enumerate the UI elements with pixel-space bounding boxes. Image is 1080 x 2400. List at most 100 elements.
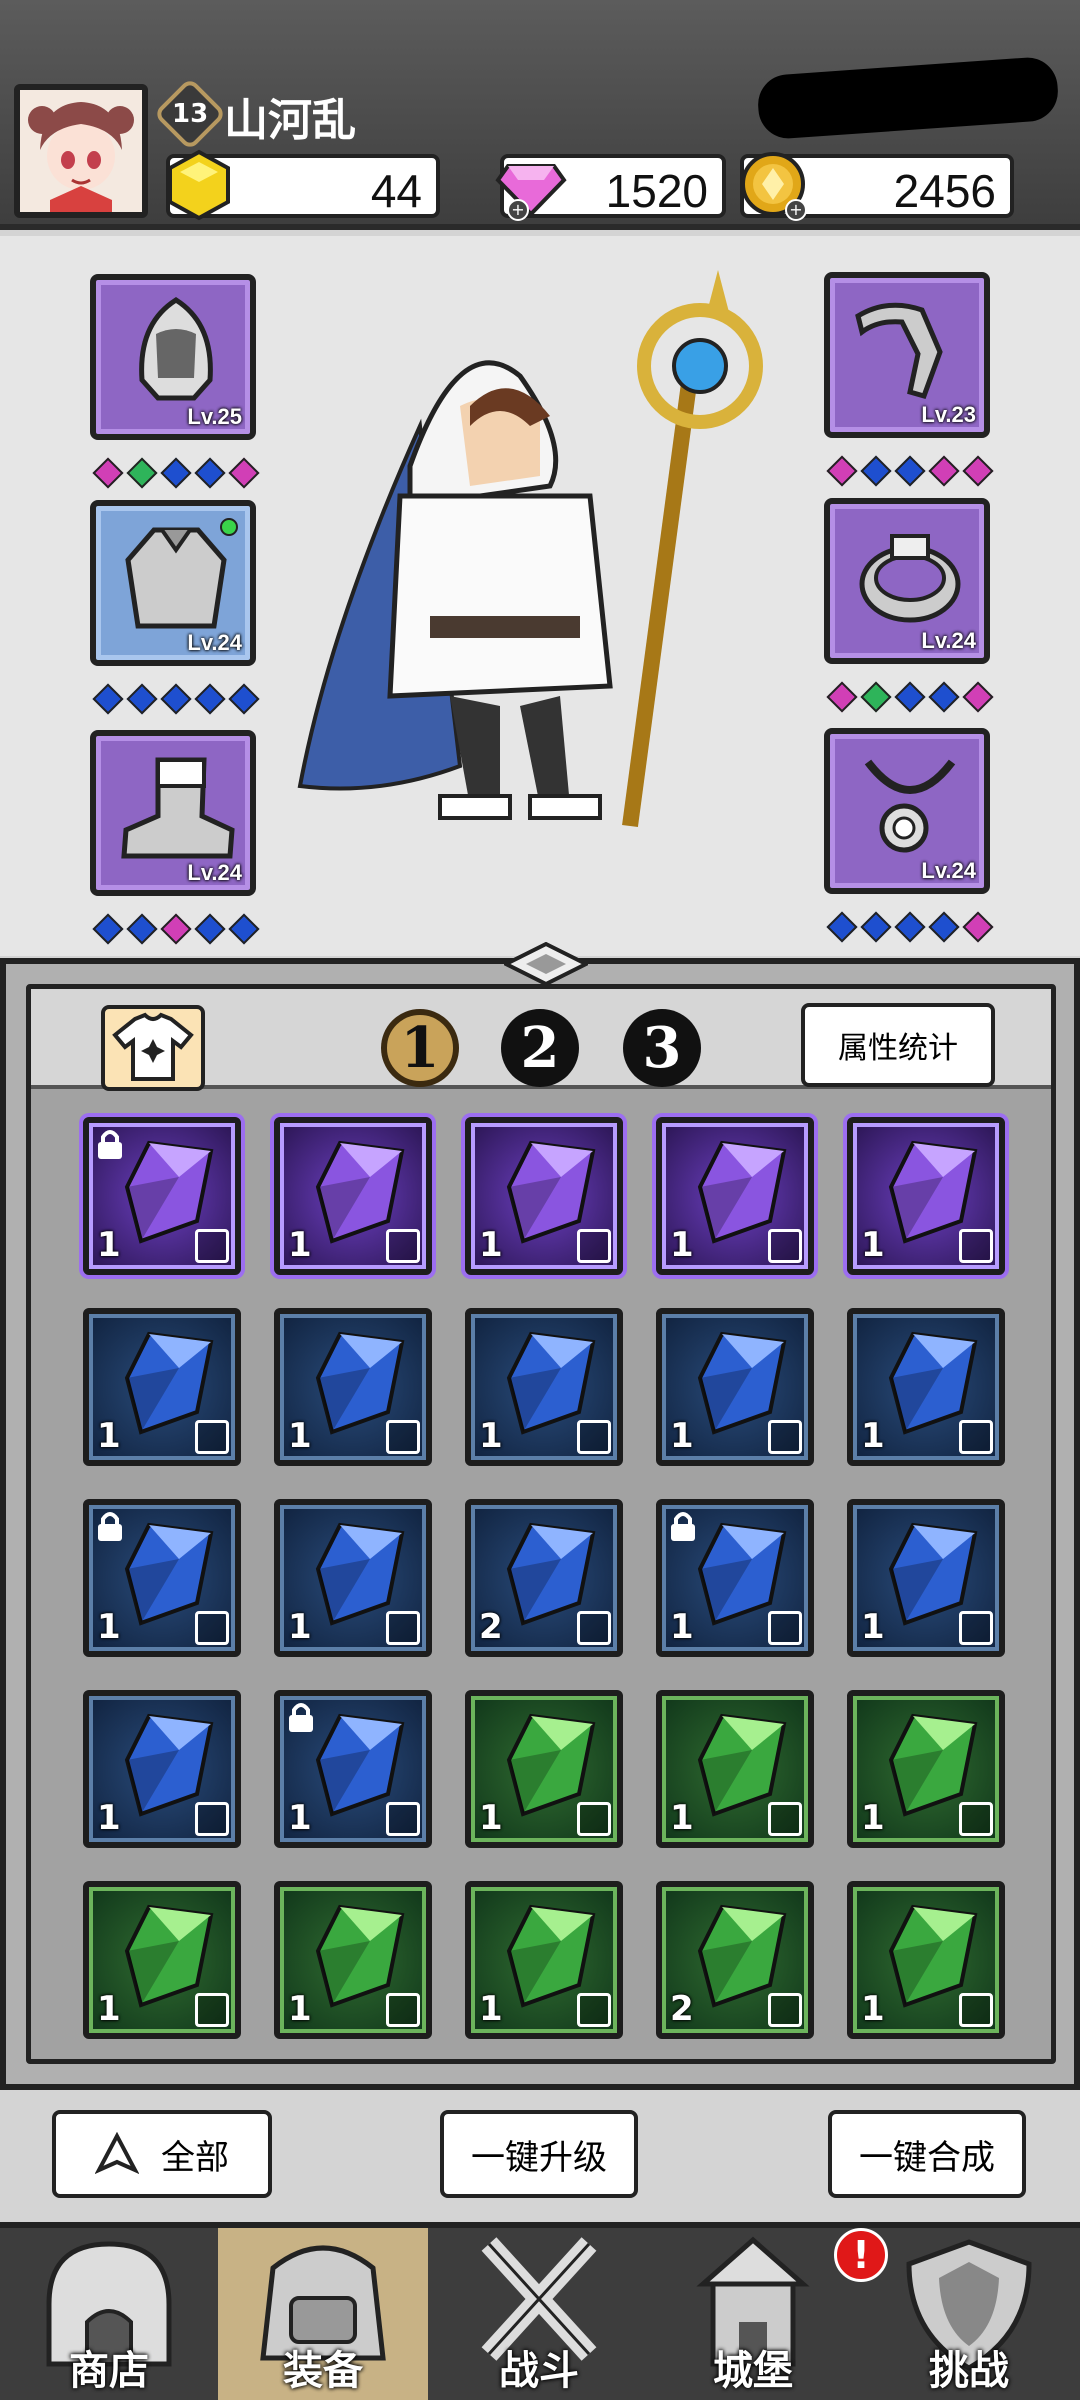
gem-item-green[interactable]: 1 xyxy=(465,1881,623,2039)
gem-item-blue[interactable]: 1 xyxy=(847,1499,1005,1657)
staff-slot-icon xyxy=(577,1229,611,1263)
new-indicator-dot xyxy=(220,518,238,536)
top-bar: 13 山河乱 44 1520 + 2456 + xyxy=(0,0,1080,230)
ring-icon xyxy=(859,534,961,623)
gem-item-blue[interactable]: 1 xyxy=(274,1499,432,1657)
gem-count: 1 xyxy=(861,1225,885,1265)
tab-1[interactable]: 1 xyxy=(381,1009,459,1087)
equip-level: Lv.24 xyxy=(187,630,242,655)
equip-slot-necklace[interactable]: Lv.24 xyxy=(824,728,990,894)
tab-2[interactable]: 2 xyxy=(501,1009,579,1087)
gem-count: 1 xyxy=(97,1416,121,1456)
equip-level: Lv.24 xyxy=(921,628,976,653)
gem-count: 1 xyxy=(97,1225,121,1265)
gem-socket-dot xyxy=(194,683,226,715)
nav-battle[interactable]: 战斗 xyxy=(434,2228,644,2400)
ring-slot-icon xyxy=(768,1229,802,1263)
staff-slot-icon xyxy=(959,1993,993,2027)
lock-icon xyxy=(98,1130,122,1159)
panel-top-ornament xyxy=(504,942,588,986)
gem-item-blue[interactable]: 1 xyxy=(656,1499,814,1657)
hood-slot-icon xyxy=(195,1229,229,1263)
gem-sockets-necklace xyxy=(826,911,994,943)
hood-slot-icon xyxy=(577,1802,611,1836)
gem-count: 1 xyxy=(288,1416,312,1456)
gem-item-green[interactable]: 1 xyxy=(274,1881,432,2039)
staff-slot-icon xyxy=(577,1611,611,1645)
gem-item-blue[interactable]: 1 xyxy=(83,1499,241,1657)
gem-count: 1 xyxy=(479,1225,503,1265)
gem-item-green[interactable]: 2 xyxy=(656,1881,814,2039)
equip-slot-hood[interactable]: Lv.25 xyxy=(90,274,256,440)
attribute-stats-button[interactable]: 属性统计 xyxy=(801,1003,995,1087)
gem-item-purple[interactable]: 1 xyxy=(847,1117,1005,1275)
equip-slot-staff[interactable]: Lv.23 xyxy=(824,272,990,438)
gem-item-blue[interactable]: 1 xyxy=(274,1690,432,1848)
gem-item-green[interactable]: 1 xyxy=(847,1881,1005,2039)
gem-item-blue[interactable]: 1 xyxy=(83,1308,241,1466)
gold-crystal-icon xyxy=(168,149,230,221)
gem-socket-dot xyxy=(92,913,124,945)
armor-slot-icon xyxy=(768,1420,802,1454)
gem-socket-dot xyxy=(894,911,926,943)
tab-3[interactable]: 3 xyxy=(623,1009,701,1087)
gem-socket-dot xyxy=(928,911,960,943)
equip-slot-armor[interactable]: Lv.24 xyxy=(90,500,256,666)
merge-all-button[interactable]: 一键合成 xyxy=(828,2110,1026,2198)
gem-item-blue[interactable]: 1 xyxy=(465,1308,623,1466)
nav-label: 城堡 xyxy=(713,2348,793,2394)
nav-shop[interactable]: 商店 xyxy=(4,2228,214,2400)
diamond-icon[interactable]: + xyxy=(494,148,568,222)
hood-slot-icon xyxy=(386,1420,420,1454)
equip-slot-boots[interactable]: Lv.24 xyxy=(90,730,256,896)
gem-item-green[interactable]: 1 xyxy=(847,1690,1005,1848)
gem-item-purple[interactable]: 1 xyxy=(465,1117,623,1275)
svg-text:+: + xyxy=(511,200,524,219)
gem-socket-dot xyxy=(126,913,158,945)
gem-item-green[interactable]: 1 xyxy=(83,1881,241,2039)
gem-socket-dot xyxy=(826,681,858,713)
player-avatar[interactable] xyxy=(14,84,148,218)
equip-level: Lv.25 xyxy=(187,404,242,429)
gold-coin-icon[interactable]: + xyxy=(736,148,810,222)
gem-item-green[interactable]: 1 xyxy=(465,1690,623,1848)
gem-item-blue[interactable]: 1 xyxy=(83,1690,241,1848)
gem-item-blue[interactable]: 1 xyxy=(274,1308,432,1466)
gem-sockets-armor xyxy=(92,683,260,715)
nav-label: 挑战 xyxy=(929,2348,1009,2394)
nav-castle[interactable]: 城堡 xyxy=(648,2228,858,2400)
gem-socket-dot xyxy=(928,455,960,487)
gem-item-blue[interactable]: 2 xyxy=(465,1499,623,1657)
staff-slot-icon xyxy=(768,1993,802,2027)
nav-label: 商店 xyxy=(69,2348,149,2394)
gem-socket-dot xyxy=(194,913,226,945)
gem-count: 1 xyxy=(97,1607,121,1647)
equip-slot-ring[interactable]: Lv.24 xyxy=(824,498,990,664)
gem-socket-dot xyxy=(160,457,192,489)
gold-crystal-value: 44 xyxy=(370,165,422,217)
gem-sockets-boots xyxy=(92,913,260,945)
gem-item-green[interactable]: 1 xyxy=(656,1690,814,1848)
armor-slot-icon xyxy=(386,1229,420,1263)
nav-challenge[interactable]: 挑战 xyxy=(864,2228,1074,2400)
gem-item-purple[interactable]: 1 xyxy=(83,1117,241,1275)
gem-inventory-panel: 1 2 3 属性统计 1 1 1 1 1 1 1 1 1 1 1 1 2 1 1 1 1 1 1 1 1 1 1 2 1 xyxy=(0,942,1080,2090)
equip-level: Lv.24 xyxy=(187,860,242,885)
equip-level: Lv.23 xyxy=(921,402,976,427)
gem-item-blue[interactable]: 1 xyxy=(847,1308,1005,1466)
shirt-icon xyxy=(112,1012,194,1081)
nav-equipment[interactable]: 装备 xyxy=(218,2228,428,2400)
redacted-area xyxy=(756,55,1060,141)
gem-socket-dot xyxy=(860,681,892,713)
gem-item-purple[interactable]: 1 xyxy=(656,1117,814,1275)
hero-character[interactable] xyxy=(290,266,790,846)
upgrade-all-button[interactable]: 一键升级 xyxy=(440,2110,638,2198)
gem-item-blue[interactable]: 1 xyxy=(656,1308,814,1466)
gem-count: 1 xyxy=(288,1989,312,2029)
lock-icon xyxy=(289,1703,313,1732)
lock-icon xyxy=(98,1512,122,1541)
gem-item-purple[interactable]: 1 xyxy=(274,1117,432,1275)
gem-socket-dot xyxy=(160,683,192,715)
outfit-button[interactable] xyxy=(101,1005,205,1091)
filter-all-button[interactable]: 全部 xyxy=(52,2110,272,2198)
